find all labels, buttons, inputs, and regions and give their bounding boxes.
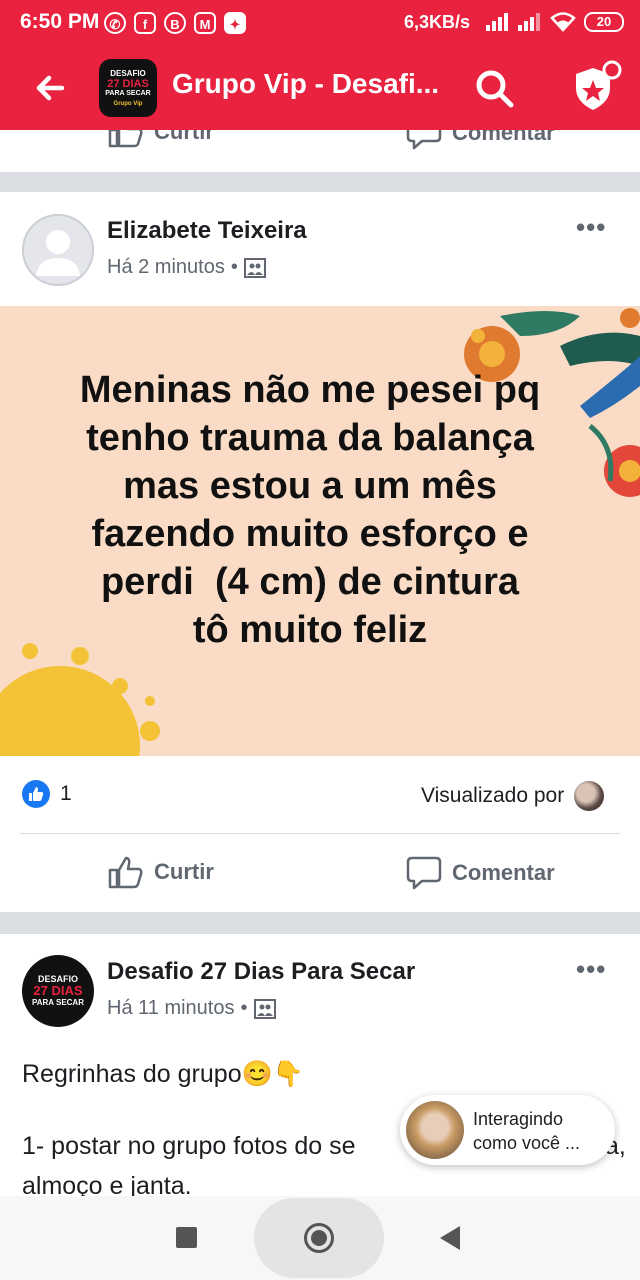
signal-icon-2 <box>518 13 540 31</box>
b-icon: B <box>164 12 186 34</box>
logo-line-4: Grupo Vip <box>113 101 143 107</box>
battery-icon: 20 <box>584 12 624 32</box>
prev-comment-label: Comentar <box>452 130 555 145</box>
notification-icons: ✆ f B M ✦ <box>104 12 246 34</box>
post-text-line-5: perdi (4 cm) de cintura <box>100 561 520 603</box>
like-icon <box>108 856 143 889</box>
seen-by-label: Visualizado por <box>421 784 565 807</box>
android-navigation-bar <box>0 1196 640 1280</box>
author-avatar[interactable] <box>22 214 94 286</box>
signal-icon <box>486 13 508 31</box>
sun-decoration-icon <box>0 643 160 756</box>
reactions-summary[interactable]: 1 <box>22 780 72 808</box>
group-audience-icon <box>253 998 276 1019</box>
post2-meta: Há 11 minutos • <box>107 997 276 1020</box>
like-icon <box>108 130 143 148</box>
like-reaction-icon <box>22 780 50 808</box>
viewer-avatar <box>574 781 605 811</box>
prev-post-actions: Curtir Comentar <box>0 130 640 172</box>
post-text-line-2: tenho trauma da balança <box>86 417 534 459</box>
reaction-count: 1 <box>60 782 72 805</box>
comment-icon <box>406 130 442 150</box>
interacting-label: Interagindo como você ... <box>473 1107 580 1155</box>
comment-icon <box>406 856 442 890</box>
post-text-line-1: Meninas não me pesei pq <box>79 369 541 411</box>
status-time: 6:50 PM <box>20 10 100 33</box>
prev-like-button[interactable]: Curtir <box>108 130 214 148</box>
interacting-as-chip[interactable]: Interagindo como você ... <box>400 1095 615 1165</box>
post-separator <box>20 833 620 834</box>
post2-more-options-icon[interactable]: ••• <box>576 954 606 985</box>
group-audience-icon <box>243 257 266 278</box>
post2-text-line-1: Regrinhas do grupo😊👇 <box>22 1060 304 1088</box>
post2-avatar[interactable]: DESAFIO 27 DIAS PARA SECAR <box>22 955 94 1027</box>
interacting-line-1: Interagindo <box>473 1109 564 1129</box>
post-text-line-6: tô muito feliz <box>192 609 428 651</box>
comment-label: Comentar <box>452 860 555 885</box>
admin-shield-icon[interactable] <box>568 58 622 114</box>
logo-line-3: PARA SECAR <box>105 90 151 97</box>
comment-button[interactable]: Comentar <box>406 855 555 891</box>
more-options-icon[interactable]: ••• <box>576 212 606 243</box>
post2-author-name[interactable]: Desafio 27 Dias Para Secar <box>107 958 415 986</box>
author-name[interactable]: Elizabete Teixeira <box>107 217 307 245</box>
post-text: Meninas não me pesei pq tenho trauma da … <box>20 366 600 654</box>
net-speed: 6,3KB/s <box>404 12 471 32</box>
prev-like-label: Curtir <box>154 130 214 144</box>
facebook-icon: f <box>134 12 156 34</box>
post2-avatar-line-3: PARA SECAR <box>31 998 84 1007</box>
post2-avatar-line-2: 27 DIAS <box>33 983 83 998</box>
wifi-icon <box>550 12 576 32</box>
recent-apps-button[interactable] <box>176 1227 197 1248</box>
post2-text-line-2: 1- postar no grupo fotos do se <box>22 1132 356 1160</box>
status-bar: 6:50 PM ✆ f B M ✦ 6,3KB/s 20 <box>0 0 640 48</box>
feed-divider <box>0 172 640 192</box>
status-right-icons: 20 <box>486 12 624 32</box>
search-icon[interactable] <box>472 66 516 110</box>
like-button[interactable]: Curtir <box>108 855 214 889</box>
app-header: DESAFIO 27 DIAS PARA SECAR Grupo Vip Gru… <box>0 48 640 130</box>
post-text-line-4: fazendo muito esforço e <box>91 513 529 555</box>
game-icon: ✦ <box>224 12 246 34</box>
post-text-background: Meninas não me pesei pq tenho trauma da … <box>0 306 640 756</box>
post-meta: Há 2 minutos • <box>107 256 266 279</box>
whatsapp-icon: ✆ <box>104 12 126 34</box>
gmail-icon: M <box>194 12 216 34</box>
post-text-line-3: mas estou a um mês <box>123 465 497 507</box>
group-logo[interactable]: DESAFIO 27 DIAS PARA SECAR Grupo Vip <box>99 59 157 117</box>
feed-divider-2 <box>0 912 640 934</box>
prev-comment-button[interactable]: Comentar <box>406 130 555 150</box>
back-arrow-icon[interactable] <box>30 68 70 108</box>
interacting-avatar <box>406 1101 464 1159</box>
default-user-icon <box>36 230 80 276</box>
group-title[interactable]: Grupo Vip - Desafi... <box>172 68 439 100</box>
like-label: Curtir <box>154 859 214 884</box>
logo-line-2: 27 DIAS <box>107 78 149 90</box>
back-triangle-icon[interactable] <box>438 1225 462 1251</box>
interacting-line-2: como você ... <box>473 1133 581 1153</box>
home-circle-icon <box>304 1223 334 1253</box>
seen-by[interactable]: Visualizado por <box>421 781 605 811</box>
home-button[interactable] <box>254 1198 384 1278</box>
post-time[interactable]: Há 2 minutos <box>107 256 225 279</box>
post2-time[interactable]: Há 11 minutos <box>107 997 234 1020</box>
